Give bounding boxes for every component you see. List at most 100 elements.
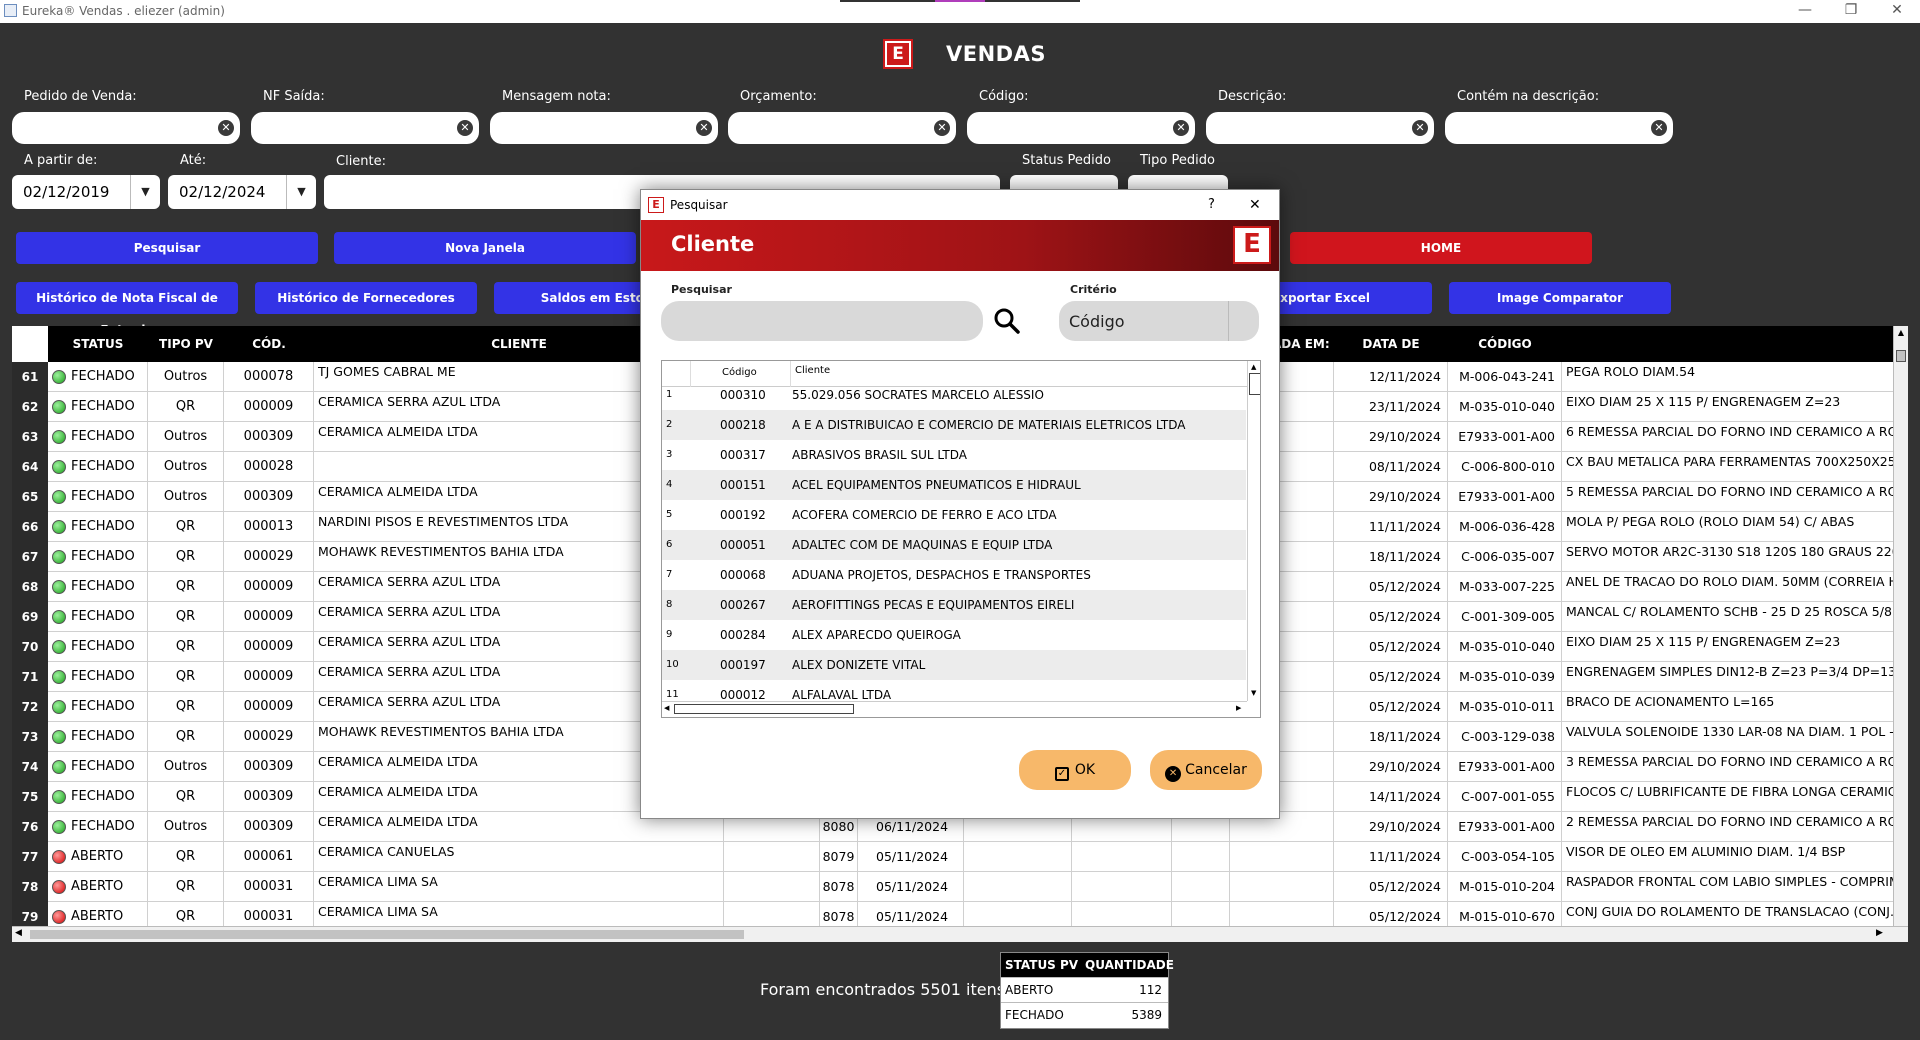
row-number[interactable]: 71 [12, 662, 48, 692]
client-list[interactable]: Código Cliente 1 000310 55.029.056 SOCRATE… [661, 360, 1261, 718]
descricao-cell: 3 REMESSA PARCIAL DO FORNO IND CERAMICO … [1566, 754, 1905, 769]
row-number[interactable]: 72 [12, 692, 48, 722]
status-dot-icon [52, 489, 66, 504]
clear-icon[interactable]: ✕ [218, 120, 234, 136]
row-number[interactable]: 77 [12, 842, 48, 872]
header-faturada-em[interactable]: ADA EM: [1272, 326, 1332, 362]
historico-fornecedores-button[interactable]: Histórico de Fornecedores [255, 282, 477, 314]
col-cliente[interactable]: Cliente [795, 365, 830, 376]
pv-cell: 8078 [820, 872, 858, 902]
row-number[interactable]: 64 [12, 452, 48, 482]
header-cod-cliente[interactable]: CÓD. CLIENTE [224, 326, 314, 387]
row-number[interactable]: 78 [12, 872, 48, 902]
table-row[interactable]: 79 ABERTO QR 000031 CERAMICA LIMA SA 8078 05/1… [12, 902, 1905, 926]
row-number[interactable]: 66 [12, 512, 48, 542]
client-search-dialog[interactable]: E Pesquisar ? ✕ Cliente E Pesquisar Crit… [640, 189, 1280, 819]
clear-icon[interactable]: ✕ [1651, 120, 1667, 136]
item-number: 3 [666, 449, 673, 460]
orcamento-input[interactable]: ✕ [728, 112, 956, 144]
client-list-item[interactable]: 2 000218 A E A DISTRIBUICAO E COMERCIO DE … [662, 410, 1246, 440]
list-horizontal-scrollbar[interactable]: ◀ ▶ [662, 701, 1247, 717]
scroll-left-icon[interactable]: ◀ [15, 928, 22, 938]
scroll-left-icon[interactable]: ◀ [664, 704, 669, 712]
cod-cliente-cell: 000309 [224, 812, 314, 842]
entrega-cell: 05/12/2024 [1334, 572, 1448, 602]
corner-cell[interactable] [12, 326, 48, 362]
clear-icon[interactable]: ✕ [1412, 120, 1428, 136]
client-list-item[interactable]: 1 000310 55.029.056 SOCRATES MARCELO ALESS… [662, 380, 1246, 410]
criteria-select[interactable]: Código [1059, 301, 1259, 341]
scroll-thumb[interactable] [1249, 373, 1260, 395]
row-number[interactable]: 79 [12, 902, 48, 926]
restore-button[interactable]: ❐ [1836, 2, 1866, 18]
table-row[interactable]: 77 ABERTO QR 000061 CERAMICA CANUELAS 8079 05/… [12, 842, 1905, 872]
pedido-input[interactable]: ✕ [12, 112, 240, 144]
table-vertical-scrollbar[interactable]: ▲ [1893, 326, 1908, 926]
image-comparator-button[interactable]: Image Comparator [1449, 282, 1671, 314]
scroll-up-icon[interactable]: ▲ [1896, 328, 1906, 338]
clear-icon[interactable]: ✕ [1173, 120, 1189, 136]
header-tipo-pv[interactable]: TIPO PV [148, 326, 224, 362]
scroll-thumb[interactable] [30, 930, 744, 939]
scroll-thumb[interactable] [674, 704, 854, 714]
scroll-down-icon[interactable]: ▼ [1251, 689, 1256, 697]
row-number[interactable]: 73 [12, 722, 48, 752]
ok-button[interactable]: ✓ OK [1019, 750, 1131, 790]
to-date-picker[interactable]: 02/12/2024 ▼ [168, 175, 316, 209]
scroll-thumb[interactable] [1896, 350, 1906, 362]
codigo-input[interactable]: ✕ [967, 112, 1195, 144]
client-list-item[interactable]: 5 000192 ACOFERA COMERCIO DE FERRO E ACO L… [662, 500, 1246, 530]
header-status[interactable]: STATUS [48, 326, 148, 362]
mensagem-input[interactable]: ✕ [490, 112, 718, 144]
table-horizontal-scrollbar[interactable]: ◀ ▶ [12, 926, 1908, 942]
historico-nf-button[interactable]: Histórico de Nota Fiscal de Entrada [16, 282, 238, 337]
client-list-item[interactable]: 10 000197 ALEX DONIZETE VITAL [662, 650, 1246, 680]
row-number[interactable]: 70 [12, 632, 48, 662]
close-window-button[interactable]: ✕ [1882, 2, 1912, 18]
row-number[interactable]: 69 [12, 602, 48, 632]
row-number[interactable]: 63 [12, 422, 48, 452]
empty-cell [1230, 842, 1334, 872]
row-number[interactable]: 68 [12, 572, 48, 602]
chevron-down-icon[interactable]: ▼ [286, 175, 316, 209]
help-button[interactable]: ? [1208, 190, 1215, 220]
client-list-item[interactable]: 3 000317 ABRASIVOS BRASIL SUL LTDA [662, 440, 1246, 470]
col-codigo[interactable]: Código [722, 367, 757, 378]
row-number[interactable]: 65 [12, 482, 48, 512]
client-list-item[interactable]: 8 000267 AEROFITTINGS PECAS E EQUIPAMENTOS… [662, 590, 1246, 620]
clear-icon[interactable]: ✕ [457, 120, 473, 136]
clear-icon[interactable]: ✕ [696, 120, 712, 136]
row-number[interactable]: 61 [12, 362, 48, 392]
descricao-input[interactable]: ✕ [1206, 112, 1434, 144]
pesquisar-button[interactable]: Pesquisar [16, 232, 318, 264]
client-search-input[interactable] [661, 301, 983, 341]
table-row[interactable]: 78 ABERTO QR 000031 CERAMICA LIMA SA 8078 05/1… [12, 872, 1905, 902]
row-number[interactable]: 67 [12, 542, 48, 572]
from-date-picker[interactable]: 02/12/2019 ▼ [12, 175, 160, 209]
client-list-item[interactable]: 4 000151 ACEL EQUIPAMENTOS PNEUMATICOS E H… [662, 470, 1246, 500]
row-number[interactable]: 75 [12, 782, 48, 812]
home-button[interactable]: HOME [1290, 232, 1592, 264]
row-number[interactable]: 76 [12, 812, 48, 842]
scroll-up-icon[interactable]: ▲ [1251, 363, 1256, 371]
chevron-down-icon[interactable]: ▼ [130, 175, 160, 209]
dialog-close-button[interactable]: ✕ [1249, 190, 1261, 220]
cancel-button[interactable]: ✕ Cancelar [1150, 750, 1262, 790]
scroll-right-icon[interactable]: ▶ [1236, 704, 1241, 712]
contem-input[interactable]: ✕ [1445, 112, 1673, 144]
header-data-entrega[interactable]: DATA DE ENTREGA [1334, 326, 1448, 387]
minimize-button[interactable]: — [1790, 2, 1820, 18]
scroll-right-icon[interactable]: ▶ [1876, 928, 1883, 938]
client-list-item[interactable]: 9 000284 ALEX APARECDO QUEIROGA [662, 620, 1246, 650]
header-codigo[interactable]: CÓDIGO [1448, 326, 1562, 362]
nova-janela-button[interactable]: Nova Janela [334, 232, 636, 264]
row-number[interactable]: 74 [12, 752, 48, 782]
row-number[interactable]: 62 [12, 392, 48, 422]
client-list-item[interactable]: 6 000051 ADALTEC COM DE MAQUINAS E EQUIP L… [662, 530, 1246, 560]
search-icon[interactable] [993, 307, 1021, 335]
nf-saida-input[interactable]: ✕ [251, 112, 479, 144]
client-list-item[interactable]: 7 000068 ADUANA PROJETOS, DESPACHOS E TRAN… [662, 560, 1246, 590]
list-vertical-scrollbar[interactable]: ▲ ▼ [1247, 361, 1260, 701]
pv-cell: 8079 [820, 842, 858, 872]
clear-icon[interactable]: ✕ [934, 120, 950, 136]
